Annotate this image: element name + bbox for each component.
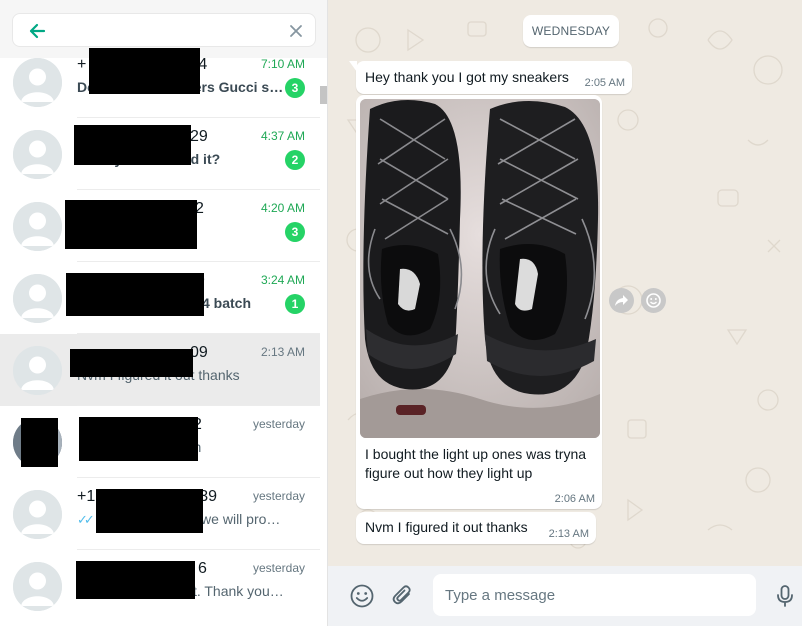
- redaction-box: [70, 349, 193, 377]
- chat-time: yesterday: [252, 417, 305, 431]
- react-button[interactable]: [641, 288, 666, 313]
- default-avatar-icon: [13, 58, 62, 107]
- chat-time: 7:10 AM: [260, 57, 305, 71]
- message-bubble-incoming[interactable]: Nvm I figured it out thanks 2:13 AM: [356, 512, 596, 544]
- search-box[interactable]: [12, 13, 316, 47]
- redaction-box: [76, 561, 195, 599]
- black-sneakers-photo[interactable]: [360, 99, 600, 438]
- default-avatar-icon: [13, 202, 62, 251]
- read-ticks-icon: ✓✓: [77, 512, 95, 527]
- forward-button[interactable]: [609, 288, 634, 313]
- redaction-box: [79, 417, 198, 461]
- redaction-box: [65, 200, 197, 249]
- chat-time: 2:13 AM: [260, 345, 305, 359]
- chat-list-panel: +4 7:10 AM Do all Cocosneakers Gucci sh.…: [0, 0, 328, 626]
- date-divider: WEDNESDAY: [523, 15, 619, 47]
- message-time: 2:13 AM: [548, 528, 589, 540]
- emoji-icon[interactable]: [349, 583, 375, 609]
- conversation-panel: WEDNESDAY Hey thank you I got my sneaker…: [328, 0, 802, 626]
- default-avatar-icon: [13, 490, 62, 539]
- default-avatar-icon: [13, 274, 62, 323]
- close-icon[interactable]: [287, 22, 305, 40]
- redaction-box: [21, 418, 58, 467]
- media-message-bubble[interactable]: I bought the light up ones was tryna fig…: [356, 95, 602, 509]
- redaction-box: [96, 489, 203, 533]
- chat-time: 3:24 AM: [260, 273, 305, 287]
- scrollbar-thumb[interactable]: [320, 86, 327, 104]
- redaction-box: [66, 273, 204, 316]
- message-composer: [328, 566, 802, 626]
- message-bubble-incoming[interactable]: Hey thank you I got my sneakers 2:05 AM: [349, 61, 632, 94]
- chat-time: 4:20 AM: [260, 201, 305, 215]
- chat-time: 4:37 AM: [260, 129, 305, 143]
- chat-time: yesterday: [252, 489, 305, 503]
- message-input[interactable]: [433, 574, 756, 616]
- message-text: Nvm I figured it out thanks: [365, 519, 528, 535]
- chat-time: yesterday: [252, 561, 305, 575]
- message-time: 2:05 AM: [584, 77, 625, 89]
- message-text: I bought the light up ones was tryna fig…: [365, 446, 587, 481]
- unread-badge: 3: [285, 222, 305, 242]
- default-avatar-icon: [13, 130, 62, 179]
- redaction-box: [74, 125, 191, 165]
- paperclip-icon[interactable]: [390, 583, 416, 609]
- unread-badge: 3: [285, 78, 305, 98]
- default-avatar-icon: [13, 562, 62, 611]
- forward-icon: [615, 295, 628, 306]
- default-avatar-icon: [13, 346, 62, 395]
- unread-badge: 2: [285, 150, 305, 170]
- arrow-left-icon[interactable]: [27, 21, 47, 41]
- unread-badge: 1: [285, 294, 305, 314]
- bubble-tail: [349, 61, 357, 72]
- message-text: Hey thank you I got my sneakers: [365, 69, 569, 85]
- redaction-box: [89, 48, 200, 94]
- microphone-icon[interactable]: [772, 583, 798, 609]
- emoji-react-icon: [646, 293, 661, 308]
- message-time: 2:06 AM: [554, 493, 595, 505]
- search-input[interactable]: [61, 20, 281, 42]
